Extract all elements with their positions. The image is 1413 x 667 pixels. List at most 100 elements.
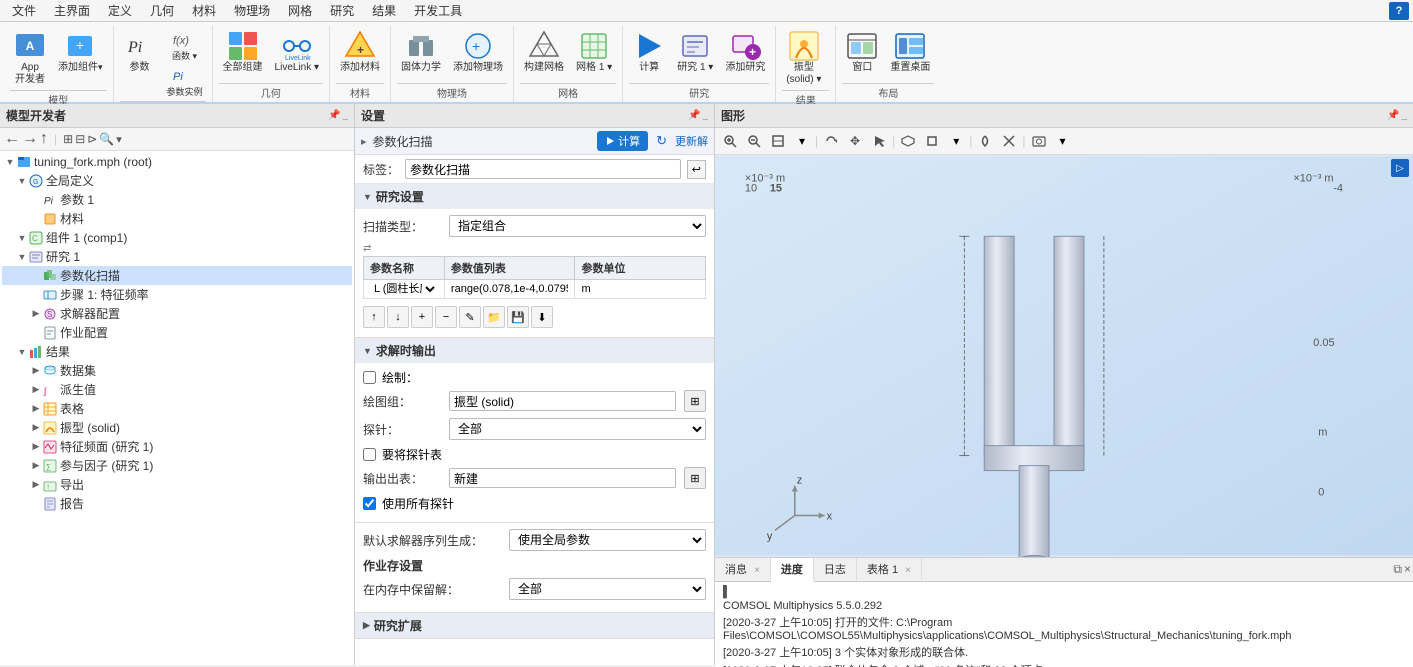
param-add-btn[interactable]: + — [411, 306, 433, 328]
menu-mesh[interactable]: 网格 — [280, 0, 320, 21]
param-cell-values-0[interactable] — [444, 280, 575, 299]
ribbon-btn-all-components[interactable]: 全部组建 — [219, 28, 267, 76]
tree-arrow-global[interactable]: ▼ — [16, 175, 28, 187]
ribbon-btn-compute[interactable]: 计算 — [629, 28, 669, 76]
tree-item-export[interactable]: ▶ ↑ 导出 — [2, 475, 352, 494]
ribbon-btn-mesh1[interactable]: 网格 1 ▾ — [572, 28, 616, 76]
toolbar-screenshot[interactable] — [1028, 130, 1050, 152]
ribbon-btn-params[interactable]: Pi 参数 — [120, 28, 160, 76]
toolbar-collapse-all-btn[interactable]: ⊟ — [75, 132, 85, 146]
param-cell-name-0[interactable]: L (圆柱长度) — [364, 280, 445, 299]
param-move-up-btn[interactable]: ↑ — [363, 306, 385, 328]
menu-devtools[interactable]: 开发工具 — [406, 0, 470, 21]
ribbon-btn-reset-desktop[interactable]: 重置桌面 — [886, 28, 934, 76]
graphics-pin[interactable]: 📌 — [1387, 110, 1399, 121]
refresh-btn[interactable]: ↻ — [656, 133, 667, 149]
ribbon-btn-params-impl[interactable]: Pi 参数实例 — [164, 64, 206, 99]
param-unit-input[interactable] — [581, 283, 699, 295]
tree-item-datasets[interactable]: ▶ 数据集 — [2, 361, 352, 380]
ribbon-btn-build-mesh[interactable]: 构建网格 — [520, 28, 568, 76]
toolbar-select[interactable] — [868, 130, 890, 152]
toolbar-filter-btn[interactable]: ⊳ — [87, 132, 97, 146]
tree-item-results[interactable]: ▼ 结果 — [2, 342, 352, 361]
menu-home[interactable]: 主界面 — [46, 0, 98, 21]
menu-results[interactable]: 结果 — [364, 0, 404, 21]
tree-arrow-results[interactable]: ▼ — [16, 346, 28, 358]
param-edit-btn[interactable]: ✎ — [459, 306, 481, 328]
ribbon-btn-app-developer[interactable]: A App开发者 — [10, 28, 50, 88]
param-row-0[interactable]: L (圆柱长度) — [364, 280, 706, 299]
tree-item-char-freq[interactable]: ▶ 特征频面 (研究 1) — [2, 437, 352, 456]
in-memory-select[interactable]: 全部 最后 无 — [509, 578, 706, 600]
tree-arrow-param-factor[interactable]: ▶ — [30, 460, 42, 472]
tree-item-job[interactable]: ▶ 作业配置 — [2, 323, 352, 342]
probe-select[interactable]: 全部 — [449, 418, 706, 440]
help-button[interactable]: ? — [1389, 2, 1409, 20]
ribbon-btn-functions[interactable]: f(x) 函数 ▾ — [164, 28, 206, 63]
bottom-panel-float-btn[interactable]: ⧉ — [1393, 562, 1402, 577]
tab-table1-close[interactable]: × — [905, 565, 911, 576]
solver-output-header[interactable]: ▼ 求解时输出 — [355, 338, 714, 363]
probe-table-checkbox[interactable] — [363, 448, 376, 461]
toolbar-clipping[interactable] — [998, 130, 1020, 152]
ribbon-btn-study1[interactable]: 研究 1 ▾ — [673, 28, 717, 76]
tree-arrow-study1[interactable]: ▼ — [16, 251, 28, 263]
tree-arrow-export[interactable]: ▶ — [30, 479, 42, 491]
toolbar-rotate[interactable] — [820, 130, 842, 152]
param-folder-btn[interactable]: 📁 — [483, 306, 505, 328]
tree-arrow-root[interactable]: ▼ — [4, 156, 16, 168]
plot-group-input[interactable] — [449, 391, 676, 411]
ribbon-btn-add-component[interactable]: + 添加组件▾ — [54, 28, 107, 76]
menu-define[interactable]: 定义 — [100, 0, 140, 21]
toolbar-back-btn[interactable]: ← — [4, 130, 20, 148]
label-input[interactable] — [405, 159, 681, 179]
toolbar-menu-btn[interactable]: ▾ — [116, 133, 122, 146]
toolbar-zoom-out[interactable] — [743, 130, 765, 152]
tree-item-step1[interactable]: ▶ 步骤 1: 特征频率 — [2, 285, 352, 304]
study-extension-header[interactable]: ▶ 研究扩展 — [355, 613, 714, 638]
tree-item-solver[interactable]: ▶ S 求解器配置 — [2, 304, 352, 323]
toolbar-more-dropdown[interactable]: ▾ — [1052, 130, 1074, 152]
plot-checkbox[interactable] — [363, 371, 376, 384]
param-save-btn[interactable]: 💾 — [507, 306, 529, 328]
toolbar-pan[interactable]: ✥ — [844, 130, 866, 152]
tree-item-study1[interactable]: ▼ 研究 1 — [2, 247, 352, 266]
menu-study[interactable]: 研究 — [322, 0, 362, 21]
ribbon-btn-window[interactable]: 窗口 — [842, 28, 882, 76]
tree-arrow-char-freq[interactable]: ▶ — [30, 441, 42, 453]
ribbon-btn-add-study[interactable]: + 添加研究 — [721, 28, 769, 76]
toolbar-zoom-dropdown[interactable]: ▾ — [791, 130, 813, 152]
plot-group-browse-btn[interactable]: ⊞ — [684, 390, 706, 412]
ribbon-btn-add-physics[interactable]: + 添加物理场 — [449, 28, 507, 76]
tree-arrow-mode-solid[interactable]: ▶ — [30, 422, 42, 434]
tree-item-derived[interactable]: ▶ ∫ 派生值 — [2, 380, 352, 399]
menu-material[interactable]: 材料 — [184, 0, 224, 21]
tree-arrow-comp1[interactable]: ▼ — [16, 232, 28, 244]
param-delete-btn[interactable]: − — [435, 306, 457, 328]
tab-progress[interactable]: 进度 — [771, 558, 814, 582]
tab-table1[interactable]: 表格 1 × — [857, 558, 922, 580]
toolbar-up-btn[interactable]: ↑ — [40, 130, 48, 148]
tab-messages[interactable]: 消息 × — [715, 558, 771, 580]
graphics-minimize[interactable]: _ — [1401, 110, 1407, 121]
study-settings-header[interactable]: ▼ 研究设置 — [355, 184, 714, 209]
label-reset-btn[interactable]: ↩ — [687, 160, 706, 179]
menu-physics[interactable]: 物理场 — [226, 0, 278, 21]
tree-item-report[interactable]: ▶ 报告 — [2, 494, 352, 513]
tree-arrow-solver[interactable]: ▶ — [30, 308, 42, 320]
tab-log[interactable]: 日志 — [814, 558, 857, 580]
toolbar-forward-btn[interactable]: → — [22, 130, 38, 148]
center-panel-minimize[interactable]: _ — [702, 110, 708, 121]
toolbar-front-view[interactable] — [921, 130, 943, 152]
toolbar-view-dropdown[interactable]: ▾ — [945, 130, 967, 152]
tree-item-param-factor[interactable]: ▶ ∑ 参与因子 (研究 1) — [2, 456, 352, 475]
toolbar-3d-view[interactable] — [897, 130, 919, 152]
param-cell-unit-0[interactable] — [575, 280, 706, 299]
bottom-panel-close-btn[interactable]: × — [1404, 562, 1411, 577]
use-all-probes-checkbox[interactable] — [363, 497, 376, 510]
menu-geometry[interactable]: 几何 — [142, 0, 182, 21]
toolbar-zoom-in[interactable] — [719, 130, 741, 152]
tree-item-global-def[interactable]: ▼ G 全局定义 — [2, 171, 352, 190]
tree-item-param-sweep[interactable]: ▶ 参数化扫描 — [2, 266, 352, 285]
tree-arrow-derived[interactable]: ▶ — [30, 384, 42, 396]
